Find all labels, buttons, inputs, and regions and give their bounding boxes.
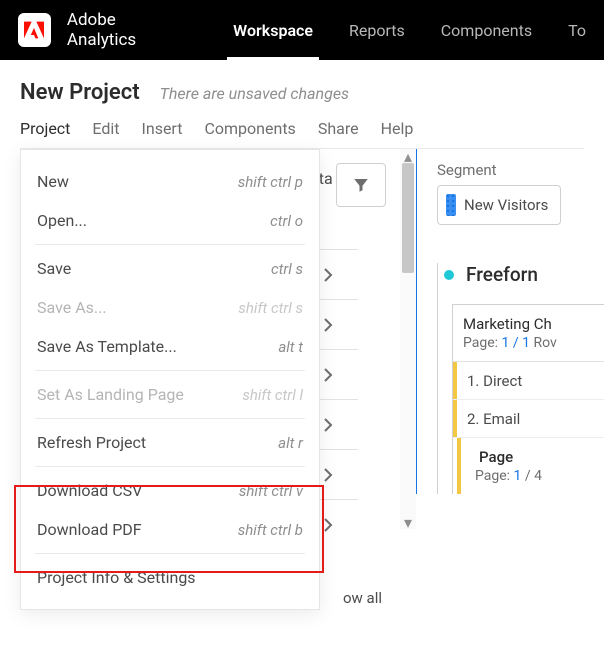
menu-separator [35, 418, 305, 419]
tab-components[interactable]: Components [423, 0, 550, 60]
show-all-link[interactable]: ow all [343, 589, 382, 607]
segment-chip-label: New Visitors [464, 196, 548, 214]
panel-title[interactable]: Freeforn [466, 263, 538, 286]
menu-item-shortcut: shift ctrl p [238, 173, 303, 191]
menu-item-refresh[interactable]: Refresh Project alt r [21, 423, 319, 462]
project-menu-dropdown: New shift ctrl p Open... ctrl o Save ctr… [20, 149, 320, 610]
filter-button[interactable] [336, 163, 386, 207]
menu-item-label: Save [37, 259, 71, 278]
left-rail-scrollbar[interactable]: ▴ ▾ [400, 149, 416, 529]
segment-chip[interactable]: New Visitors [437, 185, 561, 225]
scrollbar-thumb[interactable] [402, 163, 414, 273]
tab-reports[interactable]: Reports [331, 0, 423, 60]
menu-item-label: Open... [37, 211, 87, 230]
menu-item-download-pdf[interactable]: Download PDF shift ctrl b [21, 510, 319, 549]
menu-item-open[interactable]: Open... ctrl o [21, 201, 319, 240]
menu-item-shortcut: shift ctrl b [238, 521, 303, 539]
project-header: New Project There are unsaved changes Pr… [0, 60, 604, 149]
app-name: Adobe Analytics [67, 10, 185, 50]
funnel-icon [352, 176, 370, 194]
menu-item-save-template[interactable]: Save As Template... alt t [21, 327, 319, 366]
adobe-logo [18, 13, 51, 47]
menu-item-shortcut: alt t [278, 338, 303, 356]
tab-workspace[interactable]: Workspace [215, 0, 331, 60]
row-label: 2. Email [453, 410, 520, 428]
adobe-logo-icon [24, 20, 44, 40]
dimension-header[interactable]: Marketing Ch [453, 305, 604, 335]
menu-item-label: New [37, 172, 69, 191]
scroll-up-icon[interactable]: ▴ [400, 149, 416, 163]
global-tabs: Workspace Reports Components To [215, 0, 604, 60]
breakdown-pagination: Page: 1 / 4 [461, 468, 604, 494]
menu-help[interactable]: Help [381, 119, 414, 138]
menu-item-shortcut: ctrl o [270, 212, 303, 230]
global-top-bar: Adobe Analytics Workspace Reports Compon… [0, 0, 604, 60]
project-menubar: Project Edit Insert Components Share Hel… [20, 119, 584, 149]
menu-item-download-csv[interactable]: Download CSV shift ctrl v [21, 471, 319, 510]
menu-item-shortcut: shift ctrl s [238, 299, 303, 317]
menu-item-save-as: Save As... shift ctrl s [21, 288, 319, 327]
row-color-bar [453, 400, 457, 437]
main-area: ata ow all New shift ctrl p Open... ctrl… [0, 149, 604, 494]
freeform-panel: Freeforn Marketing Ch Page: 1 / 1 Rov 1.… [437, 263, 604, 494]
panel-color-dot-icon [444, 270, 454, 280]
menu-item-shortcut: alt r [278, 434, 303, 452]
dimension-pagination: Page: 1 / 1 Rov [453, 335, 604, 362]
scroll-down-icon[interactable]: ▾ [400, 515, 416, 529]
menu-item-shortcut: shift ctrl v [239, 482, 303, 500]
menu-item-new[interactable]: New shift ctrl p [21, 162, 319, 201]
menu-edit[interactable]: Edit [92, 119, 119, 138]
drag-handle-icon[interactable] [446, 194, 456, 216]
breakdown-header[interactable]: Page [461, 438, 604, 468]
menu-item-shortcut: ctrl s [271, 260, 303, 278]
row-label: 1. Direct [453, 372, 522, 390]
menu-item-label: Download CSV [37, 481, 142, 500]
page-link[interactable]: 1 / 1 [502, 335, 530, 351]
menu-separator [35, 370, 305, 371]
menu-item-landing-page: Set As Landing Page shift ctrl l [21, 375, 319, 414]
menu-item-label: Download PDF [37, 520, 142, 539]
project-title: New Project [20, 80, 140, 105]
table-row[interactable]: 2. Email [453, 400, 604, 438]
canvas-panel: Segment New Visitors Freeforn Marketing … [414, 149, 604, 494]
menu-project[interactable]: Project [20, 119, 70, 138]
menu-separator [35, 553, 305, 554]
menu-item-label: Save As Template... [37, 337, 177, 356]
tab-tools[interactable]: To [550, 0, 604, 60]
row-color-bar [453, 362, 457, 399]
menu-item-info-settings[interactable]: Project Info & Settings [21, 558, 319, 597]
menu-item-shortcut: shift ctrl l [242, 386, 303, 404]
menu-item-save[interactable]: Save ctrl s [21, 249, 319, 288]
menu-item-label: Refresh Project [37, 433, 146, 452]
menu-share[interactable]: Share [318, 119, 359, 138]
menu-separator [35, 244, 305, 245]
menu-item-label: Set As Landing Page [37, 385, 184, 404]
menu-item-label: Save As... [37, 298, 107, 317]
menu-insert[interactable]: Insert [142, 119, 183, 138]
menu-item-label: Project Info & Settings [37, 568, 196, 587]
menu-separator [35, 466, 305, 467]
unsaved-indicator: There are unsaved changes [160, 84, 349, 103]
menu-components[interactable]: Components [204, 119, 295, 138]
left-rail: ata ow all New shift ctrl p Open... ctrl… [0, 149, 414, 494]
segment-label: Segment [437, 161, 604, 179]
freeform-table: Marketing Ch Page: 1 / 1 Rov 1. Direct 2… [452, 304, 604, 494]
table-row[interactable]: 1. Direct [453, 362, 604, 400]
